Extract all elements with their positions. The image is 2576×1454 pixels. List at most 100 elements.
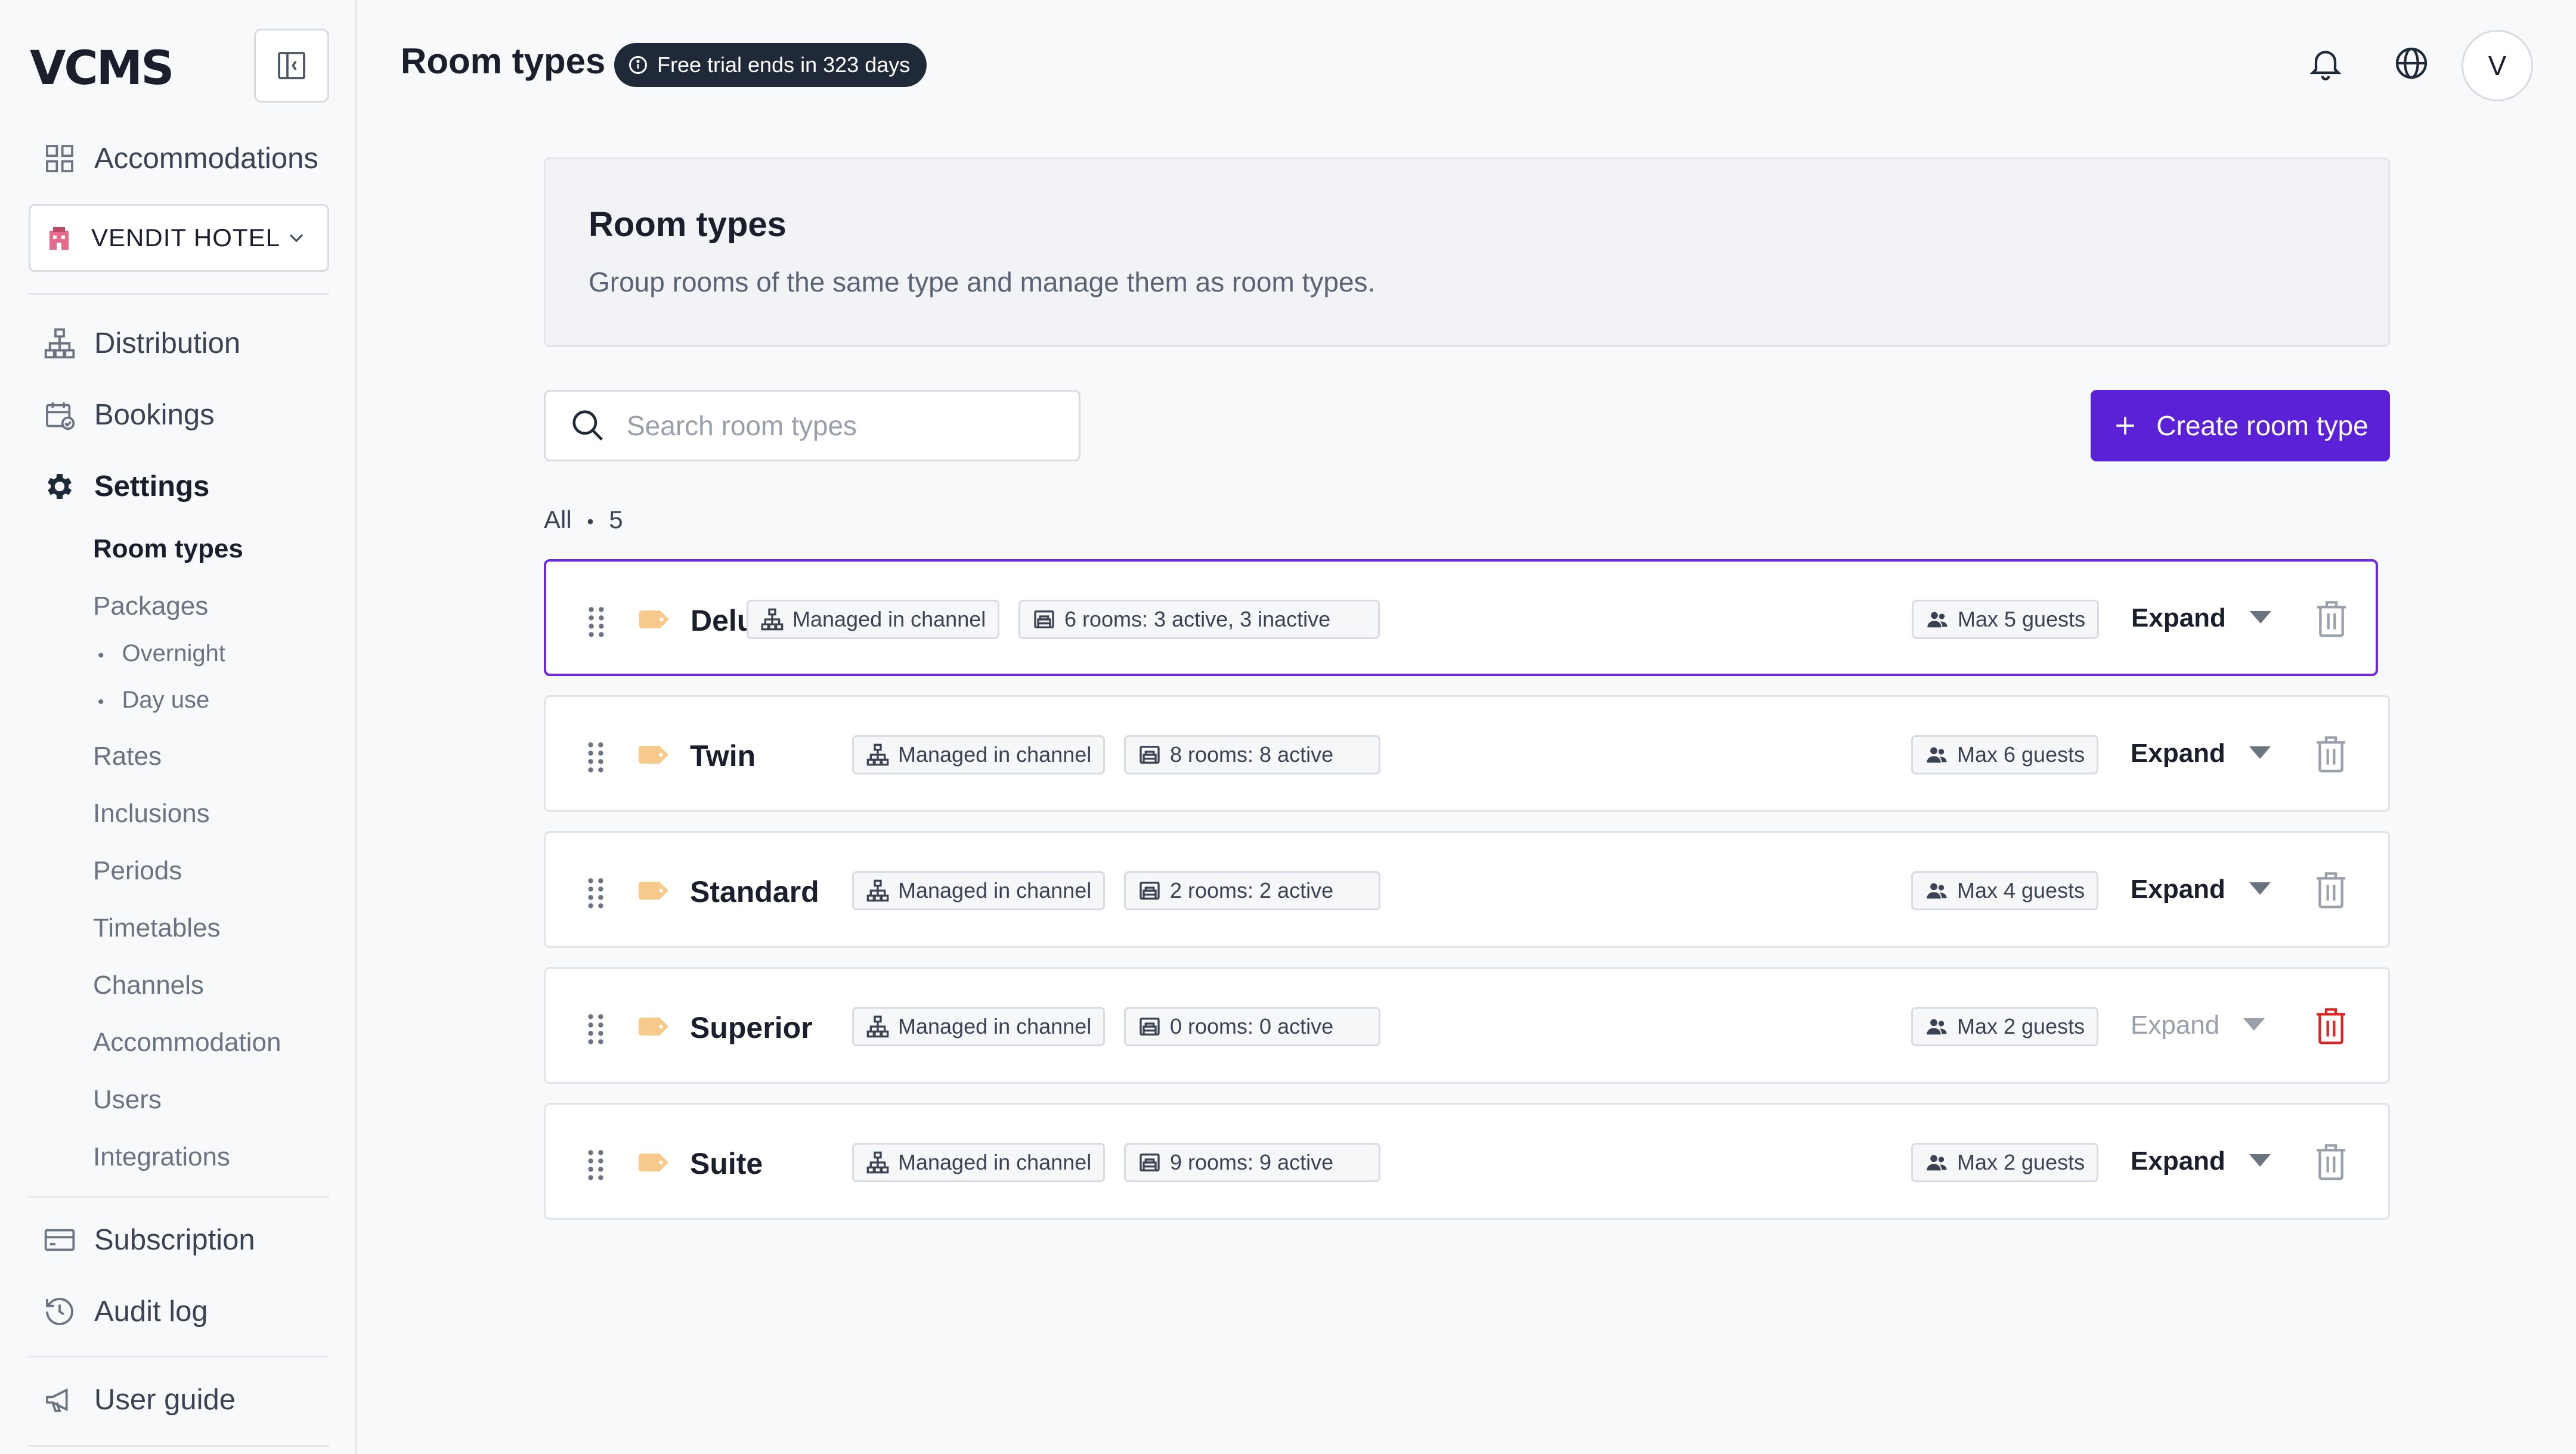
managed-chip-label: Managed in channel <box>898 1014 1092 1038</box>
nav-distribution[interactable]: Distribution <box>43 327 240 360</box>
rooms-chip-label: 8 rooms: 8 active <box>1170 742 1334 767</box>
grid-icon <box>46 145 73 172</box>
settings-inclusions[interactable]: Inclusions <box>93 799 210 829</box>
nav-settings[interactable]: Settings <box>43 470 209 503</box>
guests-chip-label: Max 2 guests <box>1957 1150 2085 1174</box>
megaphone-icon <box>46 1388 68 1412</box>
filter-count[interactable]: All • 5 <box>544 506 623 534</box>
managed-chip-label: Managed in channel <box>898 742 1092 767</box>
room-type-row[interactable]: Superior Managed in channel 0 rooms: 0 a… <box>544 967 2390 1084</box>
search-box[interactable] <box>544 390 1080 461</box>
drag-handle-icon[interactable] <box>586 604 607 638</box>
drag-handle-icon[interactable] <box>585 740 606 773</box>
settings-packages-day-use[interactable]: Day use <box>98 687 210 714</box>
nav-distribution-label: Distribution <box>94 327 241 359</box>
plus-icon <box>2116 417 2134 435</box>
expand-label: Expand <box>2131 603 2226 633</box>
globe-icon[interactable] <box>2392 44 2431 82</box>
hotel-icon <box>49 227 69 250</box>
nav-user-guide[interactable]: User guide <box>43 1383 236 1416</box>
settings-users[interactable]: Users <box>93 1085 162 1115</box>
trash-icon[interactable] <box>2312 1140 2350 1182</box>
intro-title: Room types <box>589 205 787 244</box>
trial-badge: Free trial ends in 323 days <box>614 43 927 87</box>
settings-integrations[interactable]: Integrations <box>93 1142 230 1172</box>
nav-accommodations[interactable]: Accommodations <box>43 142 318 175</box>
room-type-row[interactable]: Twin Managed in channel 8 rooms: 8 activ… <box>544 695 2390 812</box>
users-icon <box>1927 1019 1947 1035</box>
rooms-chip: 0 rooms: 0 active <box>1124 1007 1380 1046</box>
users-icon <box>1927 1155 1947 1171</box>
expand-button[interactable]: Expand <box>2131 875 2271 904</box>
nav-bookings[interactable]: Bookings <box>43 398 215 432</box>
bell-icon[interactable] <box>2306 44 2345 82</box>
caret-down-icon <box>2249 746 2271 759</box>
chevron-down-icon <box>289 234 304 243</box>
drag-handle-icon[interactable] <box>585 1148 606 1181</box>
managed-chip: Managed in channel <box>852 735 1106 774</box>
managed-chip: Managed in channel <box>852 871 1106 910</box>
trash-icon[interactable] <box>2312 733 2350 774</box>
settings-channels[interactable]: Channels <box>93 971 204 1000</box>
expand-button[interactable]: Expand <box>2131 1146 2271 1176</box>
search-input[interactable] <box>627 410 1044 442</box>
tag-icon <box>639 746 668 764</box>
sidebar: VCMS Accommodations VENDIT HOTEL Distrib… <box>0 0 357 1454</box>
distribution-icon <box>866 1015 889 1038</box>
distribution-icon <box>866 1151 889 1174</box>
rooms-chip: 6 rooms: 3 active, 3 inactive <box>1018 600 1380 639</box>
history-icon <box>46 1298 73 1325</box>
search-icon <box>572 410 603 441</box>
trash-icon[interactable] <box>2312 869 2350 910</box>
expand-button[interactable]: Expand <box>2131 739 2271 768</box>
settings-rates[interactable]: Rates <box>93 742 162 771</box>
managed-chip-label: Managed in channel <box>898 878 1092 903</box>
room-type-row[interactable]: Suite Managed in channel 9 rooms: 9 acti… <box>544 1103 2390 1220</box>
guests-chip: Max 5 guests <box>1912 600 2100 639</box>
expand-label: Expand <box>2131 1010 2220 1040</box>
nav-bookings-label: Bookings <box>94 399 215 431</box>
rooms-chip-label: 2 rooms: 2 active <box>1170 878 1334 903</box>
nav-settings-label: Settings <box>94 470 210 503</box>
managed-chip-label: Managed in channel <box>898 1150 1092 1174</box>
nav-subscription[interactable]: Subscription <box>43 1223 255 1257</box>
bed-icon <box>1140 882 1160 900</box>
users-icon <box>1927 747 1947 763</box>
room-type-row[interactable]: Standard Managed in channel 2 rooms: 2 a… <box>544 831 2390 948</box>
expand-button[interactable]: Expand <box>2131 1010 2265 1040</box>
app-logo[interactable]: VCMS <box>30 42 174 95</box>
settings-periods[interactable]: Periods <box>93 856 182 886</box>
create-room-type-button[interactable]: Create room type <box>2091 390 2390 461</box>
distribution-icon <box>761 608 784 631</box>
settings-timetables[interactable]: Timetables <box>93 913 221 943</box>
trash-icon[interactable] <box>2312 597 2351 639</box>
hotel-select[interactable]: VENDIT HOTEL <box>29 204 329 272</box>
caret-down-icon <box>2243 1018 2265 1031</box>
nav-user-guide-label: User guide <box>94 1384 236 1416</box>
settings-packages-overnight[interactable]: Overnight <box>98 640 225 667</box>
rooms-chip: 2 rooms: 2 active <box>1124 871 1380 910</box>
rooms-chip: 8 rooms: 8 active <box>1124 735 1380 774</box>
settings-accommodation[interactable]: Accommodation <box>93 1028 281 1058</box>
distribution-icon <box>44 328 75 359</box>
avatar[interactable]: V <box>2462 30 2533 101</box>
caret-down-icon <box>2249 1154 2271 1167</box>
sidebar-divider <box>29 1445 329 1447</box>
users-icon <box>1927 883 1947 899</box>
nav-subscription-label: Subscription <box>94 1224 255 1256</box>
settings-packages[interactable]: Packages <box>93 591 208 621</box>
room-type-row[interactable]: Deluxe Managed in channel 6 rooms: 3 act… <box>544 559 2378 676</box>
collapse-sidebar-button[interactable] <box>254 29 329 103</box>
drag-handle-icon[interactable] <box>585 876 606 909</box>
settings-room-types[interactable]: Room types <box>93 534 243 564</box>
room-type-name: Twin <box>690 739 756 773</box>
nav-accommodations-label: Accommodations <box>94 142 318 175</box>
nav-audit-log[interactable]: Audit log <box>43 1295 208 1328</box>
hotel-name: VENDIT HOTEL <box>91 224 280 252</box>
expand-button[interactable]: Expand <box>2131 603 2271 633</box>
drag-handle-icon[interactable] <box>585 1012 606 1045</box>
distribution-icon <box>866 879 889 902</box>
guests-chip-label: Max 2 guests <box>1957 1014 2085 1038</box>
sidebar-divider <box>29 293 329 295</box>
trash-icon[interactable] <box>2312 1005 2350 1046</box>
